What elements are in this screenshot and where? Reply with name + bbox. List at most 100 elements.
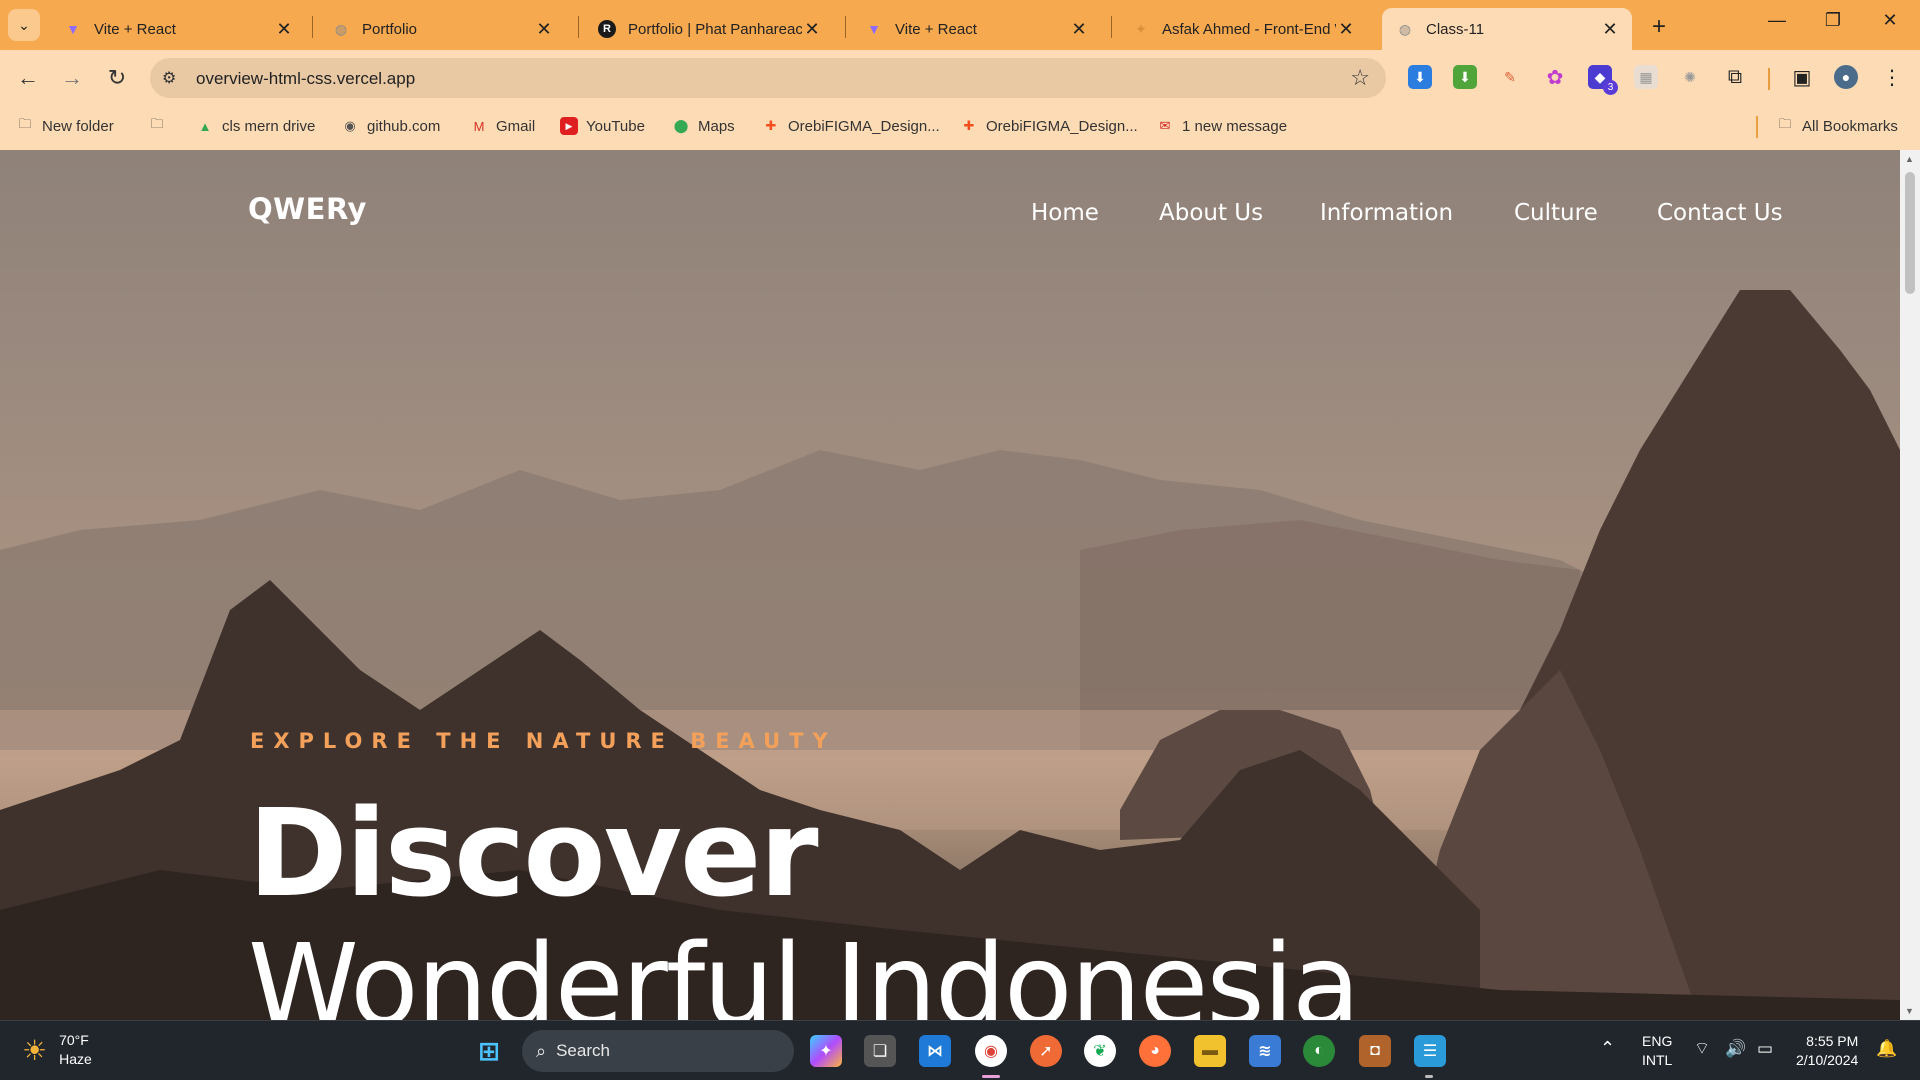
site-settings-icon[interactable]: ⚙: [162, 68, 176, 88]
vite-icon: ▼: [66, 21, 80, 37]
globe-icon: ◍: [334, 20, 348, 37]
bookmark-figma-2[interactable]: ✚ OrebiFIGMA_Design...: [960, 117, 1138, 135]
side-panel-icon[interactable]: ▣: [1790, 65, 1814, 89]
bookmark-star-icon[interactable]: ☆: [1350, 65, 1370, 91]
edge-dev-icon[interactable]: ◐: [1303, 1035, 1335, 1067]
battery-icon[interactable]: ▭: [1757, 1039, 1773, 1058]
tab-portfolio[interactable]: ◍ Portfolio ✕: [318, 8, 566, 50]
taskbar-search[interactable]: ⌕ Search: [522, 1030, 794, 1072]
bookmark-gmail[interactable]: M Gmail: [470, 117, 536, 135]
show-hidden-icons-chevron[interactable]: ⌃: [1600, 1039, 1615, 1058]
green-arrow-extension-icon[interactable]: ⬇: [1453, 65, 1477, 89]
profile-avatar[interactable]: ●: [1834, 65, 1858, 89]
hero-tagline: EXPLORE THE NATURE BEAUTY: [250, 729, 837, 753]
bookmark-label: Gmail: [496, 117, 536, 135]
folder-icon: 🗀: [1778, 116, 1792, 131]
nav-about-us[interactable]: About Us: [1159, 200, 1263, 226]
tab-vite-react-1[interactable]: ▼ Vite + React ✕: [50, 8, 306, 50]
copilot-icon[interactable]: ✦: [810, 1035, 842, 1067]
extension-badge-icon[interactable]: ◆ 3: [1588, 65, 1618, 95]
bookmark-maps[interactable]: ⬤ Maps: [672, 117, 735, 135]
mongodb-icon[interactable]: ❦: [1084, 1035, 1116, 1067]
windows-start-icon[interactable]: ⊞: [473, 1035, 505, 1067]
github-icon: ◉: [344, 118, 356, 133]
bookmark-figma-1[interactable]: ✚ OrebiFIGMA_Design...: [762, 117, 940, 135]
grid-extension-icon[interactable]: ▦: [1634, 65, 1658, 89]
bookmark-cls-mern-drive[interactable]: ▲ cls mern drive: [196, 117, 316, 135]
download-extension-icon[interactable]: ⬇: [1408, 65, 1432, 89]
sublime-icon[interactable]: ◘: [1359, 1035, 1391, 1067]
bookmark-new-folder[interactable]: 🗀 New folder: [16, 116, 113, 135]
close-window-icon[interactable]: ✕: [1875, 10, 1905, 31]
pale-extension-icon[interactable]: ✺: [1678, 65, 1702, 89]
close-icon[interactable]: ✕: [1069, 19, 1089, 40]
tab-title: Class-11: [1426, 20, 1485, 38]
folder-icon: 🗀: [18, 116, 32, 131]
chrome-icon[interactable]: ◉: [975, 1035, 1007, 1067]
nav-information[interactable]: Information: [1320, 200, 1453, 226]
nav-culture[interactable]: Culture: [1514, 200, 1598, 226]
extension-badge-count: 3: [1603, 80, 1618, 95]
firefox-icon[interactable]: ◕: [1139, 1035, 1171, 1067]
back-arrow-icon[interactable]: ←: [14, 64, 42, 92]
bookmark-label: All Bookmarks: [1802, 117, 1898, 135]
color-picker-extension-icon[interactable]: ✎: [1498, 65, 1522, 89]
tab-asfak-ahmed[interactable]: ✦ Asfak Ahmed - Front-End W ✕: [1118, 8, 1368, 50]
bookmark-youtube[interactable]: ▶ YouTube: [560, 117, 645, 135]
nav-contact-us[interactable]: Contact Us: [1657, 200, 1783, 226]
all-bookmarks[interactable]: 🗀 All Bookmarks: [1776, 116, 1898, 135]
scroll-down-arrow-icon[interactable]: ▼: [1905, 1006, 1914, 1016]
tab-divider: [312, 16, 313, 38]
file-explorer-icon[interactable]: ▬: [1194, 1035, 1226, 1067]
menu-kebab-icon[interactable]: ⋮: [1880, 65, 1904, 89]
close-icon[interactable]: ✕: [1336, 19, 1356, 40]
bookmarks-divider: [1756, 116, 1758, 138]
scroll-up-arrow-icon[interactable]: ▲: [1905, 154, 1914, 164]
site-logo[interactable]: QWERy: [248, 192, 367, 226]
close-icon[interactable]: ✕: [1600, 19, 1620, 40]
new-tab-plus-icon[interactable]: +: [1652, 13, 1666, 41]
bookmark-new-message[interactable]: ✉ 1 new message: [1156, 117, 1288, 135]
notification-bell-icon[interactable]: 🔔: [1876, 1039, 1897, 1058]
weather-widget[interactable]: ☀ 70°F Haze: [22, 1031, 92, 1069]
bird-icon: ✦: [1135, 20, 1147, 37]
vscode-icon[interactable]: ⋈: [919, 1035, 951, 1067]
bookmark-folder[interactable]: 🗀: [148, 116, 174, 135]
youtube-icon: ▶: [560, 117, 578, 135]
hero-subheading: Wonderful Indonesia: [248, 921, 1360, 1020]
extensions-puzzle-icon[interactable]: ⧉: [1723, 65, 1747, 89]
page-scrollbar[interactable]: ▲ ▼: [1900, 150, 1920, 1020]
task-view-icon[interactable]: ❏: [864, 1035, 896, 1067]
tab-divider: [1111, 16, 1112, 38]
language-indicator[interactable]: ENG INTL: [1642, 1032, 1672, 1070]
minimize-icon[interactable]: —: [1762, 10, 1792, 31]
wifi-icon[interactable]: ⌔: [1694, 1039, 1710, 1058]
address-bar[interactable]: ⚙ overview-html-css.vercel.app ☆: [150, 58, 1386, 98]
tab-portfolio-phat[interactable]: R Portfolio | Phat Panhareach ✕: [584, 8, 834, 50]
reload-icon[interactable]: ↻: [103, 64, 131, 92]
bookmark-github[interactable]: ◉ github.com: [341, 117, 440, 135]
tab-vite-react-2[interactable]: ▼ Vite + React ✕: [851, 8, 1101, 50]
restore-icon[interactable]: ❐: [1818, 10, 1848, 31]
notepad-icon[interactable]: ☰: [1414, 1035, 1446, 1067]
nav-home[interactable]: Home: [1031, 200, 1099, 226]
clock[interactable]: 8:55 PM 2/10/2024: [1796, 1032, 1858, 1070]
gmail-icon: M: [473, 118, 485, 134]
postman-icon[interactable]: ➚: [1030, 1035, 1062, 1067]
color-wheel-extension-icon[interactable]: ✿: [1543, 65, 1567, 89]
close-icon[interactable]: ✕: [534, 19, 554, 40]
close-icon[interactable]: ✕: [274, 19, 294, 40]
r-logo-icon: R: [598, 20, 616, 38]
tab-title: Vite + React: [94, 20, 176, 38]
volume-icon[interactable]: 🔊: [1725, 1039, 1746, 1058]
toolbar-divider: [1768, 68, 1770, 90]
close-icon[interactable]: ✕: [802, 19, 822, 40]
message-icon: ✉: [1159, 118, 1171, 133]
tab-class-11[interactable]: ◍ Class-11 ✕: [1382, 8, 1632, 50]
resource-monitor-icon[interactable]: ≋: [1249, 1035, 1281, 1067]
scrollbar-thumb[interactable]: [1905, 172, 1915, 294]
tab-divider: [578, 16, 579, 38]
tab-search-chevron-icon[interactable]: ⌄: [8, 9, 40, 41]
forward-arrow-icon[interactable]: →: [58, 64, 86, 92]
url-text[interactable]: overview-html-css.vercel.app: [196, 69, 415, 89]
